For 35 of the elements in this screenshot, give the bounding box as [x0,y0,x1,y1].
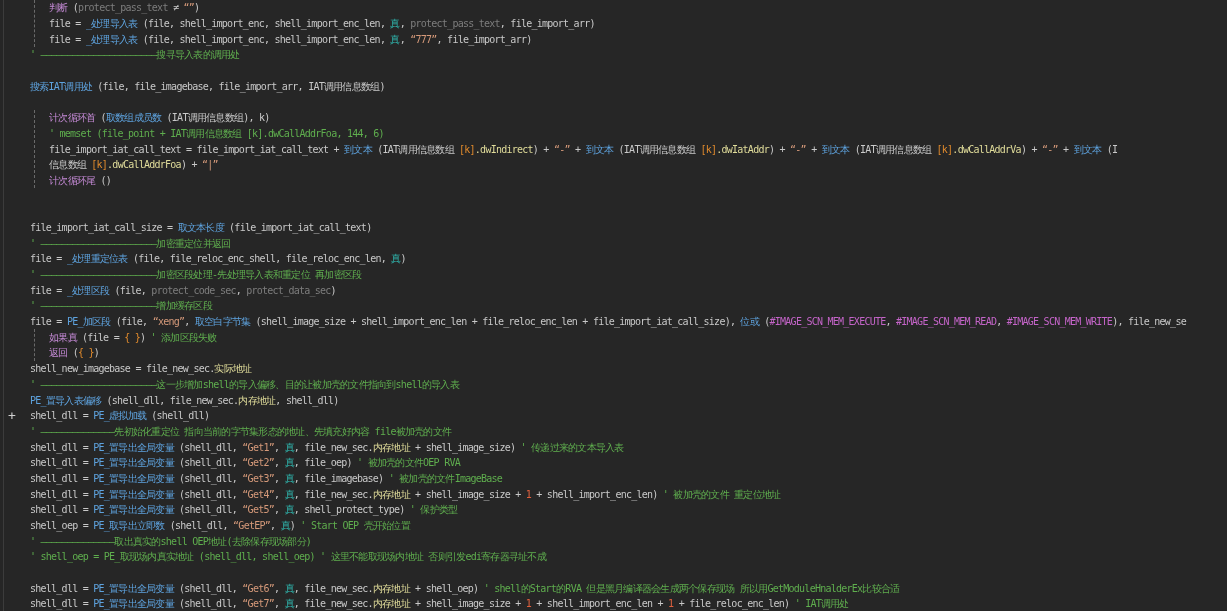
code-line: shell_new_imagebase = file_new_sec.实际地址 [30,362,252,377]
code-line: 计次循环首 (取数组成员数 (IAT调用信息数组), k) [49,111,270,126]
code-line: file = _处理导入表 (file, shell_import_enc, shell_import_enc_len, 真, “777”, file_import_arr) [49,32,532,47]
code-line: shell_dll = PE_置导出全局变量 (shell_dll, “Get4”, 真, file_new_sec.内存地址 + shell_image_size + 1 + shell_import_enc_len) ' 被加壳的文件 重定位地址 [30,487,781,502]
code-line: shell_dll = PE_置导出全局变量 (shell_dll, “Get3”, 真, file_imagebase) ' 被加壳的文件ImageBase [30,471,503,486]
code-line: 搜索IAT调用处 (file, file_imagebase, file_import_arr, IAT调用信息数组) [30,79,385,94]
code-line: shell_dll = PE_置导出全局变量 (shell_dll, “Get7”, 真, file_new_sec.内存地址 + shell_image_size + 1 + shell_import_enc_len + 1 + file_reloc_enc_len) ' IAT调用处 [30,597,849,611]
code-line: shell_oep = PE_取导出立即数 (shell_dll, “GetEP”, 真) ' Start OEP 壳开始位置 [30,519,410,534]
code-line: shell_dll = PE_置导出全局变量 (shell_dll, “Get6”, 真, file_new_sec.内存地址 + shell_oep) ' shell的Start的RVA 但是黑月编译器会生成两个保存现场 所以用GetModuleHnalderEx比较合适 [30,581,900,596]
code-line: 返回 ({ }) [49,346,100,361]
code-line: shell_dll = PE_置导出全局变量 (shell_dll, “Get2”, 真, file_oep) ' 被加壳的文件OEP RVA [30,456,460,471]
code-comment: ' ——————————————————————搜寻导入表的调用处 [30,48,240,63]
code-line: file_import_iat_call_text = file_import_iat_call_text + 到文本 (IAT调用信息数组 [k].dwIndirect) + “-” + 到文本 (IAT调用信息数组 [k].dwIatAddr) + “-” + 到文本 (IAT调用信息数组 [k].dwCallAddrVa) + “-” + 到文本 (I [49,142,1118,157]
code-line: file = _处理导入表 (file, shell_import_enc, shell_import_enc_len, 真, protect_pass_text, file_import_arr) [49,17,595,32]
code-line: 计次循环尾 () [49,173,112,188]
fold-marker[interactable]: + [4,408,30,424]
code-line: 信息数组 [k].dwCallAddrFoa) + “|” [49,158,218,173]
code-line: shell_dll = PE_虚拟加载 (shell_dll) [30,409,210,424]
code-comment: ' ——————————————先初始化重定位 指向当前的字节集形态的地址、先填充好内容 file被加壳的文件 [30,424,452,439]
code-line: 如果真 (file = { }) ' 添加区段失败 [49,330,217,345]
code-comment: ' memset (file_point + IAT调用信息数组 [k].dwCallAddrFoa, 144, 6) [49,126,384,141]
code-comment: ' ——————————————————————增加缓存区段 [30,299,212,314]
code-line: shell_dll = PE_置导出全局变量 (shell_dll, “Get1”, 真, file_new_sec.内存地址 + shell_image_size) ' 传递过来的文本导入表 [30,440,624,455]
code-comment: ' ——————————————————————加密重定位并返回 [30,236,231,251]
code-comment: ' ——————————————————————这一步增加shell的导入偏移、目的让被加壳的文件指向到shell的导入表 [30,377,459,392]
code-line: file = PE_加区段 (file, “xeng”, 取空白字节集 (shell_image_size + shell_import_enc_len + file_reloc_enc_len + file_import_iat_call_size), 位或 (#IMAGE_SCN_MEM_EXECUTE, #IMAGE_SCN_MEM_READ, #IMAGE_SCN_MEM_WRITE), file_new_se [30,315,1186,330]
code-line: file = _处理区段 (file, protect_code_sec, protect_data_sec) [30,283,336,298]
code-comment: ' shell_oep = PE_取现场内真实地址 (shell_dll, shell_oep) ' 这里不能取现场内地址 否则引发edi寄存器寻址不成 [30,550,546,565]
code-comment: ' ——————————————取出真实的shell OEP地址(去除保存现场部分) [30,534,312,549]
code-line: PE_置导入表偏移 (shell_dll, file_new_sec.内存地址, shell_dll) [30,393,339,408]
code-line: 判断 (protect_pass_text ≠ “”) [49,1,200,16]
code-line: file_import_iat_call_size = 取文本长度 (file_import_iat_call_text) [30,220,372,235]
code-line: file = _处理重定位表 (file, file_reloc_enc_shell, file_reloc_enc_len, 真) [30,252,406,267]
code-line: shell_dll = PE_置导出全局变量 (shell_dll, “Get5”, 真, shell_protect_type) ' 保护类型 [30,503,458,518]
code-comment: ' ——————————————————————加密区段处理-先处理导入表和重定位 再加密区段 [30,268,362,283]
